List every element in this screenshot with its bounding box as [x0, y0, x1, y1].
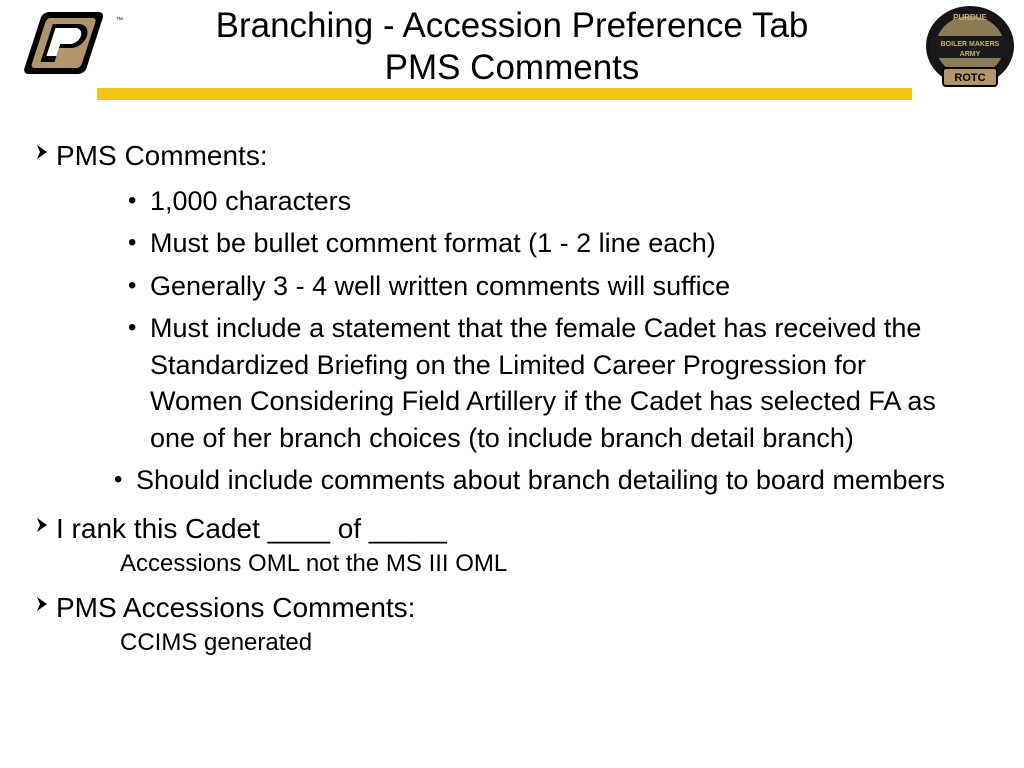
bullet-dot-icon: • — [128, 225, 150, 261]
bullet-text: Generally 3 - 4 well written comments wi… — [150, 268, 994, 304]
bullet-text: 1,000 characters — [150, 183, 994, 219]
outer-bullet-pms-accessions: PMS Accessions Comments: — [30, 590, 994, 625]
bullet-dot-icon: • — [128, 310, 150, 346]
bullet-dot-icon: • — [128, 268, 150, 304]
bullet-text: Should include comments about branch det… — [136, 462, 994, 498]
svg-text:ROTC: ROTC — [954, 72, 985, 84]
list-item: • Must include a statement that the fema… — [128, 310, 994, 456]
list-item: • Must be bullet comment format (1 - 2 l… — [128, 225, 994, 261]
chevron-right-icon — [30, 517, 56, 533]
rotc-badge-logo: BOILER MAKERS ARMY ROTC PURDUE — [923, 2, 1018, 102]
chevron-right-icon — [30, 144, 56, 160]
svg-text:PURDUE: PURDUE — [953, 13, 987, 22]
svg-text:ARMY: ARMY — [960, 51, 981, 58]
bullet-dot-icon: • — [114, 462, 136, 498]
section1-sublist: • 1,000 characters • Must be bullet comm… — [128, 183, 994, 499]
list-item: • 1,000 characters — [128, 183, 994, 219]
list-item: • Should include comments about branch d… — [114, 462, 994, 498]
bullet-text: Must include a statement that the female… — [150, 310, 994, 456]
list-item: • Generally 3 - 4 well written comments … — [128, 268, 994, 304]
chevron-right-icon — [30, 596, 56, 612]
rotc-badge-icon: BOILER MAKERS ARMY ROTC PURDUE — [923, 2, 1018, 102]
slide-header: ™ Branching - Accession Preference Tab P… — [0, 0, 1024, 110]
title-block: Branching - Accession Preference Tab PMS… — [0, 6, 1024, 89]
bullet-text: Must be bullet comment format (1 - 2 lin… — [150, 225, 994, 261]
slide-title-line1: Branching - Accession Preference Tab — [0, 6, 1024, 46]
slide-title-line2: PMS Comments — [0, 48, 1024, 88]
outer-bullet-pms-comments: PMS Comments: — [30, 138, 994, 173]
svg-text:BOILER MAKERS: BOILER MAKERS — [941, 41, 1000, 48]
section1-heading: PMS Comments: — [56, 138, 994, 173]
section3-heading: PMS Accessions Comments: — [56, 590, 994, 625]
bullet-dot-icon: • — [128, 183, 150, 219]
section2-note: Accessions OML not the MS III OML — [120, 550, 994, 579]
gold-divider-bar — [97, 88, 912, 100]
slide-content: PMS Comments: • 1,000 characters • Must … — [0, 138, 1024, 658]
section2-heading: I rank this Cadet ____ of _____ — [56, 511, 994, 546]
outer-bullet-rank-cadet: I rank this Cadet ____ of _____ — [30, 511, 994, 546]
section3-note: CCIMS generated — [120, 629, 994, 658]
